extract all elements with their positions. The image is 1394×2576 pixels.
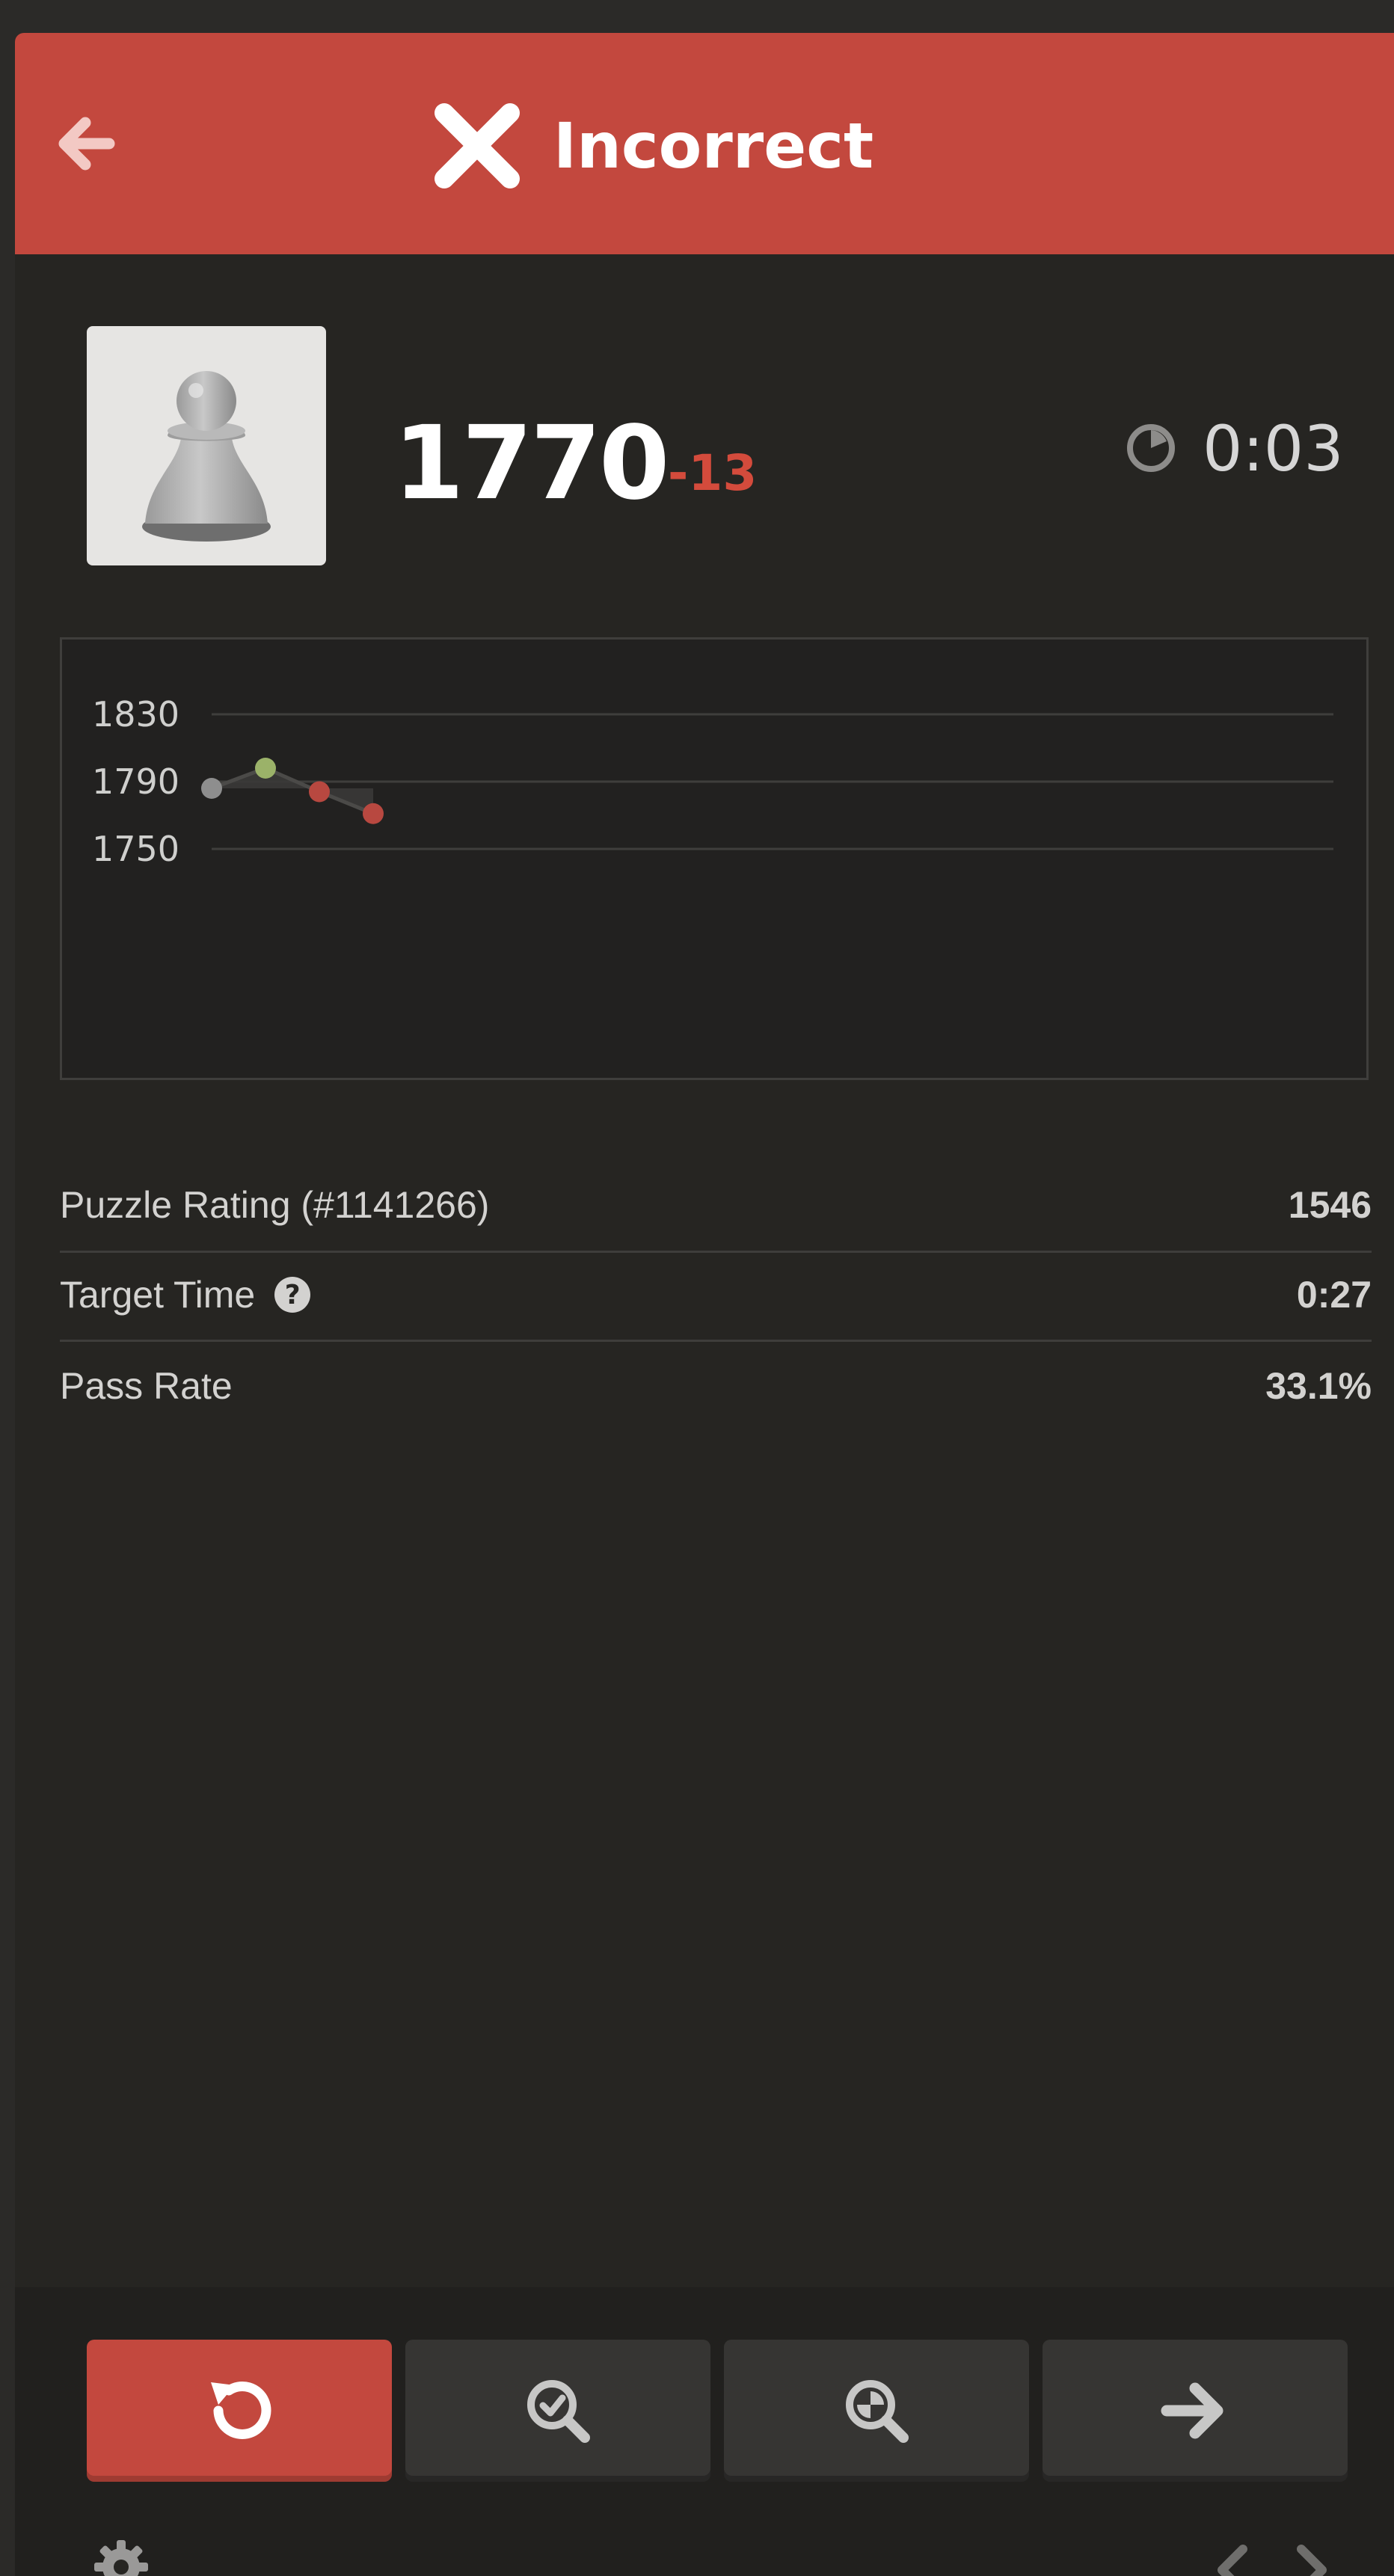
- puzzle-result-panel: Incorrect 1770 -13 0:03 1830 1790 1750 P…: [15, 33, 1394, 2576]
- pass-rate-row: Pass Rate 33.1%: [60, 1342, 1372, 1430]
- target-time-label-group: Target Time ?: [60, 1273, 311, 1316]
- pass-rate-value: 33.1%: [1265, 1365, 1372, 1407]
- retry-icon: [211, 2381, 271, 2439]
- arrow-right-icon: [1161, 2382, 1223, 2439]
- rating-point: [309, 781, 330, 803]
- clock-icon: [1127, 424, 1175, 472]
- puzzle-rating-value: 1546: [1288, 1184, 1372, 1226]
- header-title-group: Incorrect: [15, 90, 1394, 202]
- result-header: Incorrect: [15, 33, 1394, 254]
- target-time-value: 0:27: [1296, 1274, 1372, 1316]
- retry-button[interactable]: [87, 2340, 392, 2482]
- result-title: Incorrect: [553, 109, 874, 183]
- rating-point: [201, 778, 222, 799]
- rating-history-chart: 1830 1790 1750: [60, 637, 1369, 1080]
- next-puzzle-button[interactable]: [1043, 2340, 1348, 2482]
- chevron-right-icon[interactable]: [1291, 2540, 1336, 2576]
- analysis-button[interactable]: [405, 2340, 710, 2482]
- y-tick-label: 1830: [92, 694, 179, 735]
- analysis-check-icon: [527, 2380, 590, 2443]
- explore-button[interactable]: [724, 2340, 1029, 2482]
- gear-icon[interactable]: [93, 2539, 150, 2576]
- rating-area: [212, 768, 373, 814]
- chevron-left-icon[interactable]: [1209, 2540, 1253, 2576]
- puzzle-rating-label: Puzzle Rating (#1141266): [60, 1184, 490, 1226]
- target-time-row: Target Time ? 0:27: [60, 1251, 1372, 1339]
- question-icon[interactable]: ?: [274, 1277, 311, 1313]
- pass-rate-label: Pass Rate: [60, 1365, 233, 1407]
- y-tick-label: 1790: [92, 761, 179, 802]
- target-time-label: Target Time: [60, 1274, 256, 1316]
- player-rating: 1770: [393, 405, 670, 523]
- pawn-icon: [142, 371, 271, 542]
- rating-change: -13: [668, 444, 758, 502]
- y-tick-label: 1750: [92, 829, 179, 869]
- puzzle-rating-row: Puzzle Rating (#1141266) 1546: [60, 1161, 1372, 1249]
- x-icon: [434, 103, 520, 188]
- avatar: [87, 326, 326, 565]
- analysis-zoom-icon: [846, 2380, 909, 2443]
- rating-point: [255, 758, 276, 779]
- elapsed-time: 0:03: [1203, 412, 1344, 485]
- rating-point: [363, 803, 384, 824]
